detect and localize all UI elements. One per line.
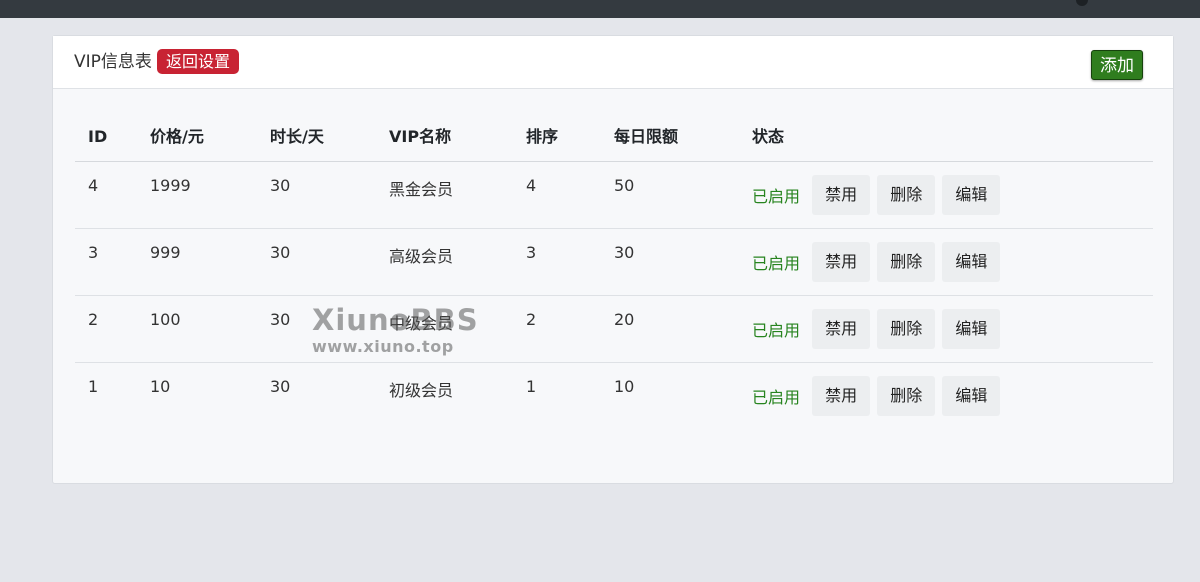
edit-button[interactable]: 编辑 — [942, 309, 1001, 349]
column-header-sort: 排序 — [513, 124, 601, 162]
cell-vip-name: 初级会员 — [389, 381, 454, 400]
return-settings-button[interactable]: 返回设置 — [157, 49, 240, 74]
top-navbar — [0, 0, 1200, 18]
delete-button[interactable]: 删除 — [877, 309, 936, 349]
edit-button[interactable]: 编辑 — [942, 242, 1001, 282]
cell-daily-limit: 50 — [601, 161, 739, 229]
edit-button[interactable]: 编辑 — [942, 175, 1001, 215]
cell-sort: 3 — [513, 228, 601, 296]
user-avatar-icon[interactable] — [1076, 0, 1088, 6]
table-row: 3 999 30 高级会员 3 30 已启用 禁用 删除 编辑 — [75, 228, 1153, 296]
table-header-row: ID 价格/元 时长/天 VIP名称 排序 每日限额 状态 — [75, 124, 1153, 162]
column-header-duration: 时长/天 — [257, 124, 376, 162]
cell-days: 30 — [257, 228, 376, 296]
cell-sort: 4 — [513, 161, 601, 229]
vip-table: ID 价格/元 时长/天 VIP名称 排序 每日限额 状态 4 1999 30 … — [75, 124, 1153, 430]
cell-price: 1999 — [137, 161, 257, 229]
column-header-id: ID — [75, 124, 137, 162]
column-header-vip-name: VIP名称 — [376, 124, 513, 162]
cell-status-actions: 已启用 禁用 删除 编辑 — [739, 228, 1153, 296]
table-row: 4 1999 30 黑金会员 4 50 已启用 禁用 删除 编辑 — [75, 161, 1153, 229]
cell-days: 30 — [257, 295, 376, 363]
disable-button[interactable]: 禁用 — [812, 309, 871, 349]
delete-button[interactable]: 删除 — [877, 175, 936, 215]
page-title: VIP信息表 — [74, 52, 152, 72]
cell-price: 100 — [137, 295, 257, 363]
disable-button[interactable]: 禁用 — [812, 376, 871, 416]
column-header-price: 价格/元 — [137, 124, 257, 162]
delete-button[interactable]: 删除 — [877, 242, 936, 282]
cell-id: 4 — [75, 161, 137, 229]
cell-daily-limit: 30 — [601, 228, 739, 296]
delete-button[interactable]: 删除 — [877, 376, 936, 416]
cell-daily-limit: 20 — [601, 295, 739, 363]
cell-daily-limit: 10 — [614, 377, 635, 396]
cell-id: 2 — [75, 295, 137, 363]
cell-status-actions: 已启用 禁用 删除 编辑 — [739, 295, 1153, 363]
cell-status-actions: 已启用 禁用 删除 编辑 — [739, 161, 1153, 229]
edit-button[interactable]: 编辑 — [942, 376, 1001, 416]
cell-id: 3 — [75, 228, 137, 296]
status-badge: 已启用 — [752, 187, 801, 206]
card-header: VIP信息表 返回设置 添加 — [53, 36, 1173, 89]
cell-sort: 1 — [526, 377, 537, 396]
cell-id: 1 — [88, 377, 99, 396]
disable-button[interactable]: 禁用 — [812, 242, 871, 282]
table-row: 1 10 30 初级会员 1 10 已启用 禁用 删除 编辑 — [75, 363, 1153, 430]
cell-vip-name: 中级会员 — [376, 295, 513, 363]
vip-info-card: VIP信息表 返回设置 添加 ID 价格/元 时长/天 VIP名称 排序 每日限… — [52, 35, 1174, 484]
table-row: 2 100 30 中级会员 2 20 已启用 禁用 删除 编辑 — [75, 295, 1153, 363]
cell-status-actions: 已启用 禁用 删除 编辑 — [739, 363, 1153, 430]
column-header-status: 状态 — [739, 124, 1153, 162]
status-badge: 已启用 — [752, 388, 801, 407]
status-badge: 已启用 — [752, 254, 801, 273]
cell-price: 999 — [137, 228, 257, 296]
add-button[interactable]: 添加 — [1091, 50, 1143, 80]
cell-sort: 2 — [513, 295, 601, 363]
cell-days: 30 — [257, 161, 376, 229]
status-badge: 已启用 — [752, 321, 801, 340]
column-header-daily-limit: 每日限额 — [601, 124, 739, 162]
disable-button[interactable]: 禁用 — [812, 175, 871, 215]
cell-days: 30 — [270, 377, 291, 396]
cell-price: 10 — [150, 377, 171, 396]
cell-vip-name: 黑金会员 — [376, 161, 513, 229]
cell-vip-name: 高级会员 — [376, 228, 513, 296]
